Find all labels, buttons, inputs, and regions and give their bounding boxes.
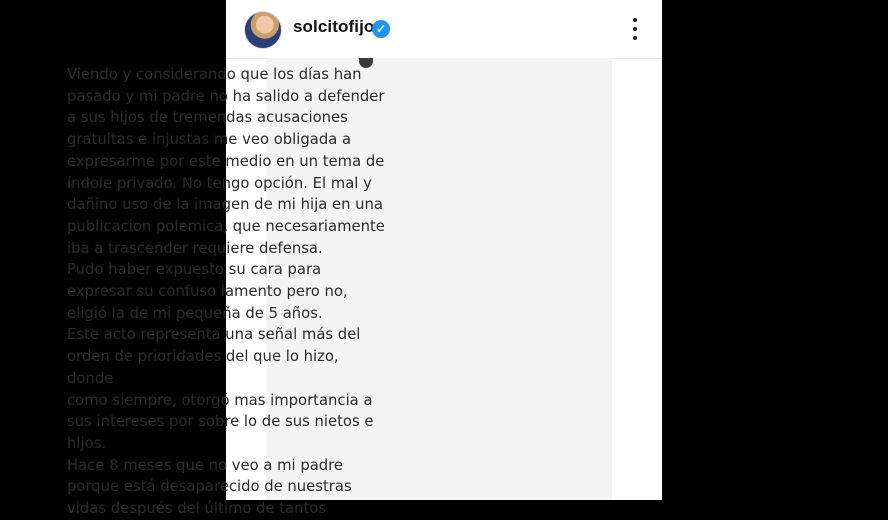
statement-paragraph: Este acto representa una señal más del o… <box>67 326 374 452</box>
statement-paragraph: Pudo haber expuesto su cara para expresa… <box>67 261 348 322</box>
more-options-icon[interactable] <box>624 14 646 44</box>
post-header: solcitofijo ✓ <box>226 0 662 59</box>
profile-avatar[interactable] <box>244 11 282 49</box>
statement-text: Viendo y considerando que los días han p… <box>67 64 387 520</box>
username[interactable]: solcitofijo <box>293 17 374 37</box>
statement-paragraph: Hace 8 meses que no veo a mi padre porqu… <box>67 456 352 518</box>
statement-paragraph: Viendo y considerando que los días han p… <box>67 66 385 257</box>
verified-badge-icon: ✓ <box>372 20 390 38</box>
